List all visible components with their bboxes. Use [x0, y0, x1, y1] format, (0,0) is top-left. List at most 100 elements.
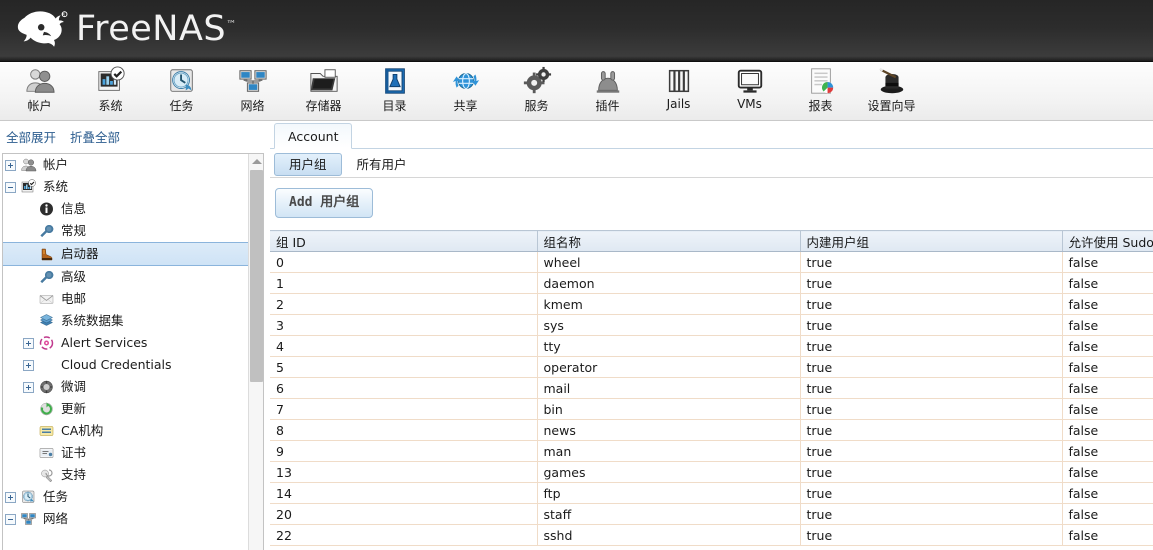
cell-组名称: ftp [537, 482, 801, 504]
tree-item-17[interactable]: 网络 [3, 508, 249, 530]
toolbar-item-7[interactable]: 共享 [430, 63, 501, 119]
table-row[interactable]: 20 staff true false [270, 503, 1153, 525]
toolbar-item-1[interactable]: 帐户 [4, 63, 75, 119]
table-row[interactable]: 2 kmem true false [270, 293, 1153, 315]
tree-item-6[interactable]: 高级 [3, 266, 249, 288]
table-row[interactable]: 14 ftp true false [270, 482, 1153, 504]
expand-toggle-icon[interactable] [5, 159, 16, 171]
expand-all-link[interactable]: 全部展开 [6, 127, 56, 148]
toolbar-item-11[interactable]: VMs [714, 63, 785, 119]
sub-tab-2[interactable]: 所有用户 [342, 153, 422, 176]
reports-document-icon [810, 68, 833, 94]
toolbar-item-13[interactable]: 设置向导 [856, 63, 927, 119]
certificate-icon [38, 445, 56, 461]
toolbar-item-8[interactable]: 服务 [501, 63, 572, 119]
collapse-all-link[interactable]: 折叠全部 [70, 127, 120, 148]
toolbar-item-9[interactable]: 插件 [572, 63, 643, 119]
toolbar-item-label: 报表 [808, 99, 833, 113]
table-row[interactable]: 8 news true false [270, 419, 1153, 441]
cell-组 ID: 2 [270, 293, 538, 315]
table-row[interactable]: 4 tty true false [270, 335, 1153, 357]
scroll-up-arrow-icon[interactable] [249, 154, 263, 168]
ca-icon [39, 426, 54, 436]
tree-item-13[interactable]: CA机构 [3, 420, 249, 442]
tab-account[interactable]: Account [274, 123, 353, 149]
toolbar-item-10[interactable]: Jails [643, 63, 714, 119]
tree-item-15[interactable]: 支持 [3, 464, 249, 486]
update-icon [40, 402, 53, 416]
tree-item-2[interactable]: 系统 [3, 176, 249, 198]
tree-item-9[interactable]: Alert Services [3, 332, 249, 354]
tree-item-8[interactable]: 系统数据集 [3, 310, 249, 332]
cell-组 ID: 14 [270, 482, 538, 504]
tree-item-3[interactable]: 信息 [3, 198, 249, 220]
toolbar-item-3[interactable]: 任务 [146, 63, 217, 119]
plugins-icon [592, 66, 624, 96]
cell-允许使用 Sudo: false [1062, 440, 1153, 462]
cell-组 ID: 0 [270, 251, 538, 273]
table-row[interactable]: 0 wheel true false [270, 251, 1153, 273]
toolbar-item-label: VMs [737, 97, 762, 111]
tree-item-7[interactable]: 电邮 [3, 288, 249, 310]
expand-toggle-icon[interactable] [23, 381, 34, 393]
tree-item-11[interactable]: 微调 [3, 376, 249, 398]
tree-item-1[interactable]: 帐户 [3, 154, 249, 176]
support-icon [38, 467, 56, 483]
tree-item-label: 系统数据集 [61, 313, 124, 328]
toolbar-item-12[interactable]: 报表 [785, 63, 856, 119]
column-header-3[interactable]: 内建用户组 [800, 230, 1063, 252]
mail-icon [39, 295, 54, 304]
users-icon [20, 157, 38, 173]
brand-name: FreeNAS [76, 9, 227, 49]
tree-vertical-scrollbar[interactable] [248, 154, 263, 550]
column-header-4[interactable]: 允许使用 Sudo [1062, 230, 1153, 252]
tree-item-label: 更新 [61, 401, 87, 416]
cell-内建用户组: true [800, 251, 1063, 273]
toolbar-item-6[interactable]: 目录 [359, 63, 430, 119]
tree-item-4[interactable]: 常规 [3, 220, 249, 242]
collapse-toggle-icon[interactable] [5, 513, 16, 525]
content-panel: Account 用户组 所有用户 Add 用户组 组 ID 组名称 内建用户组 允许使用… [270, 122, 1153, 550]
expand-toggle-icon[interactable] [23, 337, 34, 349]
toolbar-item-label: 存储器 [305, 99, 342, 113]
cell-组 ID: 6 [270, 377, 538, 399]
tree-item-10[interactable]: Cloud Credentials [3, 354, 249, 376]
table-row[interactable]: 5 operator true false [270, 356, 1153, 378]
tree-item-5[interactable]: 启动器 [3, 242, 249, 266]
tree-actions: 全部展开 折叠全部 [0, 122, 268, 148]
column-header-1[interactable]: 组 ID [270, 230, 538, 252]
table-row[interactable]: 22 sshd true false [270, 524, 1153, 546]
toolbar-item-label: 服务 [524, 99, 549, 113]
plugins-icon [596, 71, 619, 93]
table-row[interactable]: 3 sys true false [270, 314, 1153, 336]
scrollbar-thumb[interactable] [250, 170, 263, 382]
info-icon [40, 202, 53, 216]
toolbar-item-label: 设置向导 [867, 99, 916, 113]
add-group-button[interactable]: Add 用户组 [275, 188, 374, 218]
toolbar-item-5[interactable]: 存储器 [288, 63, 359, 119]
ca-icon [38, 423, 56, 439]
toolbar-item-label: 任务 [169, 99, 194, 113]
tree-item-label: 网络 [43, 511, 69, 526]
jails-bars-icon [663, 66, 695, 96]
boot-icon [41, 248, 53, 261]
table-row[interactable]: 1 daemon true false [270, 272, 1153, 294]
expand-toggle-icon[interactable] [5, 491, 16, 503]
table-row[interactable]: 9 man true false [270, 440, 1153, 462]
sharing-globe-icon [450, 66, 482, 96]
toolbar-item-4[interactable]: 网络 [217, 63, 288, 119]
expand-toggle-icon[interactable] [23, 359, 34, 371]
table-row[interactable]: 6 mail true false [270, 377, 1153, 399]
column-header-2[interactable]: 组名称 [537, 230, 801, 252]
collapse-toggle-icon[interactable] [5, 181, 16, 193]
svg-text:R: R [62, 12, 65, 17]
tree-item-12[interactable]: 更新 [3, 398, 249, 420]
tree-item-16[interactable]: 任务 [3, 486, 249, 508]
tree-item-14[interactable]: 证书 [3, 442, 249, 464]
table-row[interactable]: 13 games true false [270, 461, 1153, 483]
cell-允许使用 Sudo: false [1062, 398, 1153, 420]
tree-item-label: 帐户 [43, 157, 69, 172]
toolbar-item-2[interactable]: 系统 [75, 63, 146, 119]
sub-tab-1[interactable]: 用户组 [274, 153, 342, 176]
table-row[interactable]: 7 bin true false [270, 398, 1153, 420]
